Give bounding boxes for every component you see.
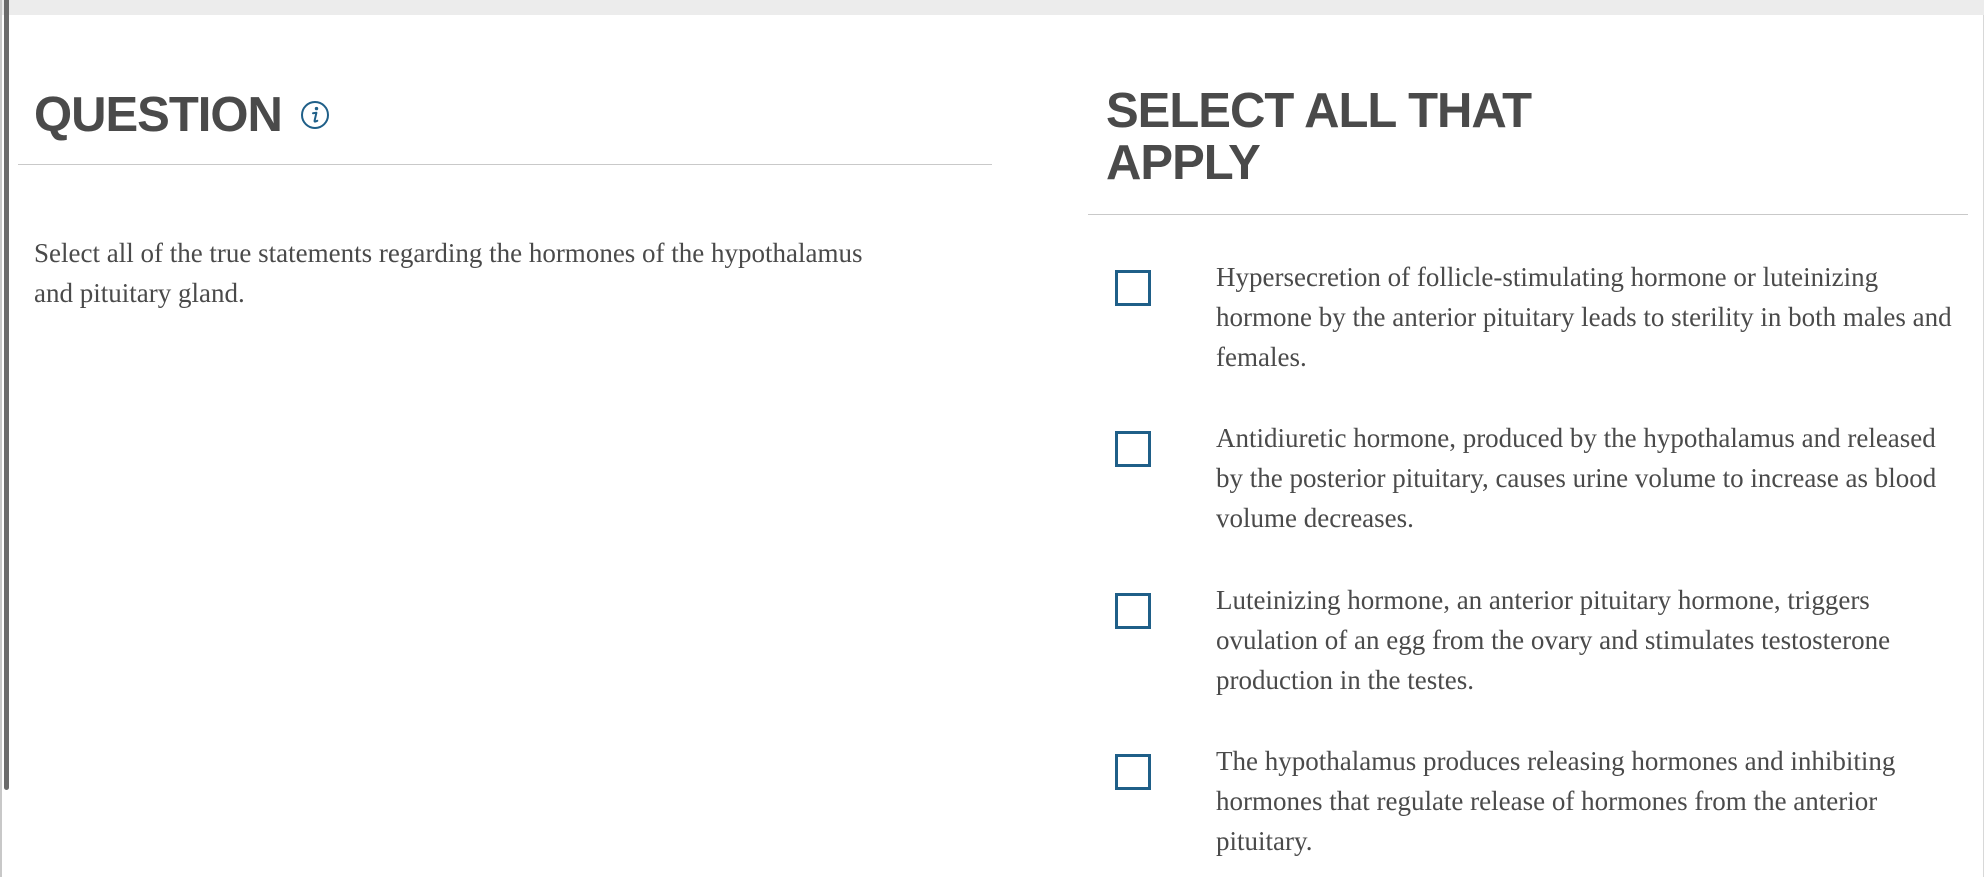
answer-label[interactable]: Antidiuretic hormone, produced by the hy… bbox=[1216, 418, 1961, 538]
answer-checkbox[interactable] bbox=[1115, 754, 1151, 790]
question-title: QUESTION bbox=[34, 88, 283, 142]
answer-choice[interactable]: Hypersecretion of follicle-stimulating h… bbox=[1088, 255, 1968, 395]
answer-checkbox[interactable] bbox=[1115, 593, 1151, 629]
answer-checkbox[interactable] bbox=[1115, 431, 1151, 467]
answer-choice[interactable]: The hypothalamus produces releasing horm… bbox=[1088, 739, 1968, 879]
question-text: Select all of the true statements regard… bbox=[34, 238, 863, 308]
question-panel: QUESTION Select all of the true statemen… bbox=[18, 15, 992, 877]
answer-label[interactable]: Hypersecretion of follicle-stimulating h… bbox=[1216, 257, 1961, 377]
top-bar bbox=[0, 0, 1984, 15]
answer-label[interactable]: The hypothalamus produces releasing horm… bbox=[1216, 741, 1961, 861]
answer-choice[interactable]: Antidiuretic hormone, produced by the hy… bbox=[1088, 416, 1968, 556]
answers-title: SELECT ALL THAT APPLY bbox=[1106, 84, 1532, 190]
info-icon[interactable] bbox=[300, 100, 330, 130]
answer-checkbox[interactable] bbox=[1115, 270, 1151, 306]
answers-header: SELECT ALL THAT APPLY bbox=[1088, 79, 1968, 215]
answer-label[interactable]: Luteinizing hormone, an anterior pituita… bbox=[1216, 580, 1961, 700]
question-header: QUESTION bbox=[18, 79, 992, 165]
scrollbar-thumb[interactable] bbox=[4, 0, 9, 790]
window-edge bbox=[0, 0, 2, 877]
answers-panel: SELECT ALL THAT APPLY Hypersecretion of … bbox=[1088, 15, 1968, 877]
answer-choice[interactable]: Luteinizing hormone, an anterior pituita… bbox=[1088, 578, 1968, 718]
